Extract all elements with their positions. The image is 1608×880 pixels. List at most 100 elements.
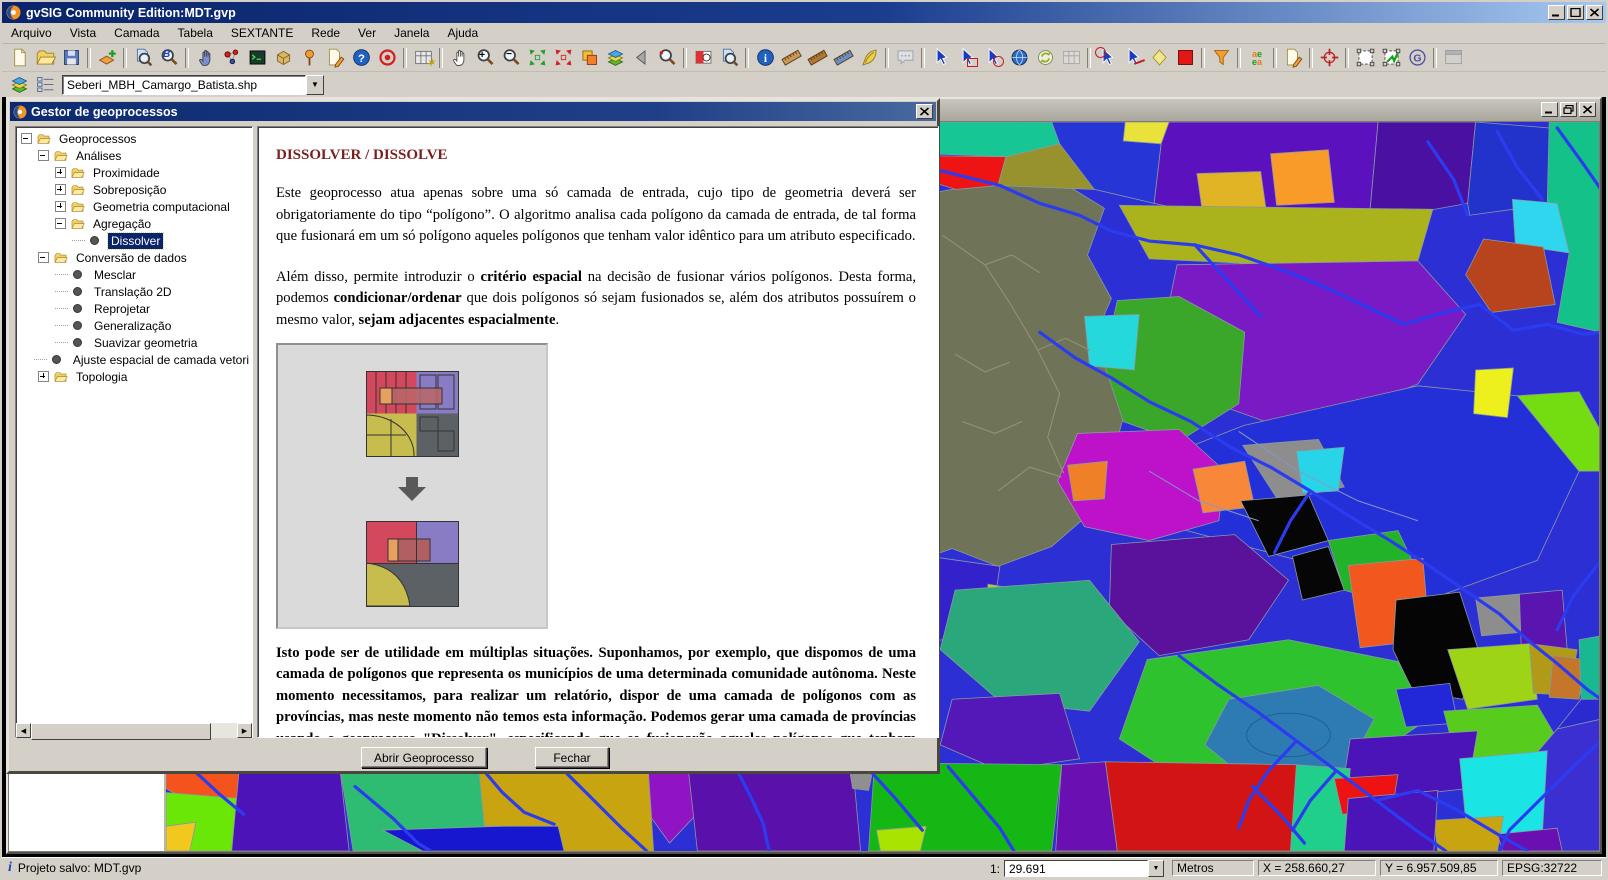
scale-selector[interactable]: 29.691 ▼ — [1004, 860, 1164, 877]
scrollbar-thumb[interactable] — [31, 723, 211, 740]
tree-item-analises[interactable]: Análises — [73, 148, 124, 164]
sextante-history-icon[interactable] — [270, 45, 296, 70]
hyperlink-quill-icon[interactable] — [856, 45, 882, 70]
measure-perimeter-icon[interactable] — [830, 45, 856, 70]
tree-item-translacao-2d[interactable]: Translação 2D — [91, 284, 175, 300]
geoprocess-tree[interactable]: Geoprocessos Análises Proximidade Sobrep… — [15, 126, 253, 738]
scroll-right-icon[interactable]: ▶ — [237, 723, 252, 738]
sextante-help-icon[interactable] — [348, 45, 374, 70]
menu-tabela[interactable]: Tabela — [169, 24, 222, 42]
sextante-notes-icon[interactable] — [322, 45, 348, 70]
export-frame-icon[interactable] — [1378, 45, 1404, 70]
zoom-extent-icon[interactable] — [550, 45, 576, 70]
select-circle-icon[interactable] — [1094, 45, 1120, 70]
show-table-icon[interactable] — [1058, 45, 1084, 70]
menu-camada[interactable]: Camada — [105, 24, 168, 42]
collapse-icon[interactable] — [55, 218, 66, 229]
dialog-close-icon[interactable] — [916, 104, 933, 119]
zoom-previous-icon[interactable] — [628, 45, 654, 70]
zoom-selection-icon[interactable]: ● — [654, 45, 680, 70]
layer-selector[interactable]: Seberi_MBH_Camargo_Batista.shp ▼ — [62, 75, 324, 95]
field-calculator-icon[interactable]: aeea — [1244, 45, 1270, 70]
scroll-left-icon[interactable]: ◀ — [16, 723, 31, 738]
sextante-console-icon[interactable] — [244, 45, 270, 70]
tree-item-ajuste-espacial[interactable]: Ajuste espacial de camada vetori — [70, 352, 252, 368]
sextante-commands-icon[interactable] — [374, 45, 400, 70]
zoom-layer-icon[interactable] — [716, 45, 742, 70]
collapse-icon[interactable] — [38, 150, 49, 161]
zoom-manager-icon[interactable] — [130, 45, 156, 70]
expand-icon[interactable] — [38, 371, 49, 382]
close-dialog-button[interactable]: Fechar — [535, 747, 609, 768]
select-polyline-icon[interactable] — [1120, 45, 1146, 70]
layer-manager-icon[interactable] — [6, 72, 32, 97]
tree-horizontal-scrollbar[interactable]: ◀ ▶ — [16, 723, 252, 738]
add-layer-icon[interactable] — [94, 45, 120, 70]
select-rectangle-icon[interactable] — [954, 45, 980, 70]
tree-item-proximidade[interactable]: Proximidade — [90, 165, 163, 181]
measure-area-icon[interactable] — [804, 45, 830, 70]
select-buffer-icon[interactable] — [1146, 45, 1172, 70]
menu-janela[interactable]: Janela — [385, 24, 438, 42]
view-close-button[interactable] — [1579, 102, 1596, 117]
measure-distance-icon[interactable] — [778, 45, 804, 70]
zoom-all-icon[interactable] — [524, 45, 550, 70]
dialog-titlebar[interactable]: Gestor de geoprocessos — [10, 102, 936, 121]
pan-icon[interactable] — [446, 45, 472, 70]
expand-icon[interactable] — [55, 184, 66, 195]
tree-item-suavizar-geometria[interactable]: Suavizar geometria — [91, 335, 200, 351]
tree-item-geometria-computacional[interactable]: Geometria computacional — [90, 199, 233, 215]
view-locator-icon[interactable] — [690, 45, 716, 70]
sextante-results-icon[interactable] — [296, 45, 322, 70]
sextante-modeler-icon[interactable] — [218, 45, 244, 70]
zoom-in-icon[interactable]: + — [472, 45, 498, 70]
select-point-icon[interactable] — [928, 45, 954, 70]
expand-icon[interactable] — [55, 167, 66, 178]
geo-locator-icon[interactable] — [1404, 45, 1430, 70]
window-tile-icon[interactable] — [576, 45, 602, 70]
layer-stack-icon[interactable] — [602, 45, 628, 70]
filter-icon[interactable] — [1208, 45, 1234, 70]
search-by-name-icon[interactable]: B — [156, 45, 182, 70]
open-project-icon[interactable] — [32, 45, 58, 70]
menu-arquivo[interactable]: Arquivo — [2, 24, 61, 42]
collapse-icon[interactable] — [21, 133, 32, 144]
menu-ver[interactable]: Ver — [349, 24, 385, 42]
info-icon[interactable] — [752, 45, 778, 70]
view-restore-button[interactable] — [1560, 102, 1577, 117]
tree-item-dissolver[interactable]: Dissolver — [108, 233, 163, 249]
expand-icon[interactable] — [55, 201, 66, 212]
color-symbol-icon[interactable] — [1172, 45, 1198, 70]
select-lasso-icon[interactable] — [980, 45, 1006, 70]
collapse-icon[interactable] — [38, 252, 49, 263]
menu-sextante[interactable]: SEXTANTE — [222, 24, 302, 42]
tree-item-reprojetar[interactable]: Reprojetar — [91, 301, 153, 317]
hyperlink-icon[interactable] — [892, 45, 918, 70]
sextante-toolbox-icon[interactable] — [192, 45, 218, 70]
layer-selector-value[interactable]: Seberi_MBH_Camargo_Batista.shp — [62, 75, 306, 95]
tree-item-mesclar[interactable]: Mesclar — [91, 267, 139, 283]
layer-selector-dropdown-icon[interactable]: ▼ — [306, 75, 324, 95]
new-project-icon[interactable] — [6, 45, 32, 70]
save-project-icon[interactable] — [58, 45, 84, 70]
geoprocess-doc-panel[interactable]: DISSOLVER / DISSOLVE Este geoprocesso at… — [257, 126, 939, 738]
globe-icon[interactable] — [1006, 45, 1032, 70]
view-minimize-button[interactable] — [1541, 102, 1558, 117]
tree-item-generalizacao[interactable]: Generalização — [91, 318, 174, 334]
scale-value[interactable]: 29.691 — [1004, 860, 1148, 877]
center-view-icon[interactable] — [1316, 45, 1342, 70]
tree-item-agregacao[interactable]: Agregação — [90, 216, 154, 232]
table-settings-icon[interactable]: ✶ — [410, 45, 436, 70]
toc-list-icon[interactable] — [32, 72, 58, 97]
window-manager-icon[interactable] — [1440, 45, 1466, 70]
refresh-view-icon[interactable] — [1032, 45, 1058, 70]
menu-ajuda[interactable]: Ajuda — [438, 24, 487, 42]
minimize-button[interactable] — [1548, 5, 1565, 20]
tree-item-conversao-de-dados[interactable]: Conversão de dados — [73, 250, 190, 266]
scale-dropdown-icon[interactable]: ▼ — [1148, 860, 1164, 877]
close-button[interactable] — [1586, 5, 1603, 20]
edit-attributes-icon[interactable] — [1280, 45, 1306, 70]
open-geoprocess-button[interactable]: Abrir Geoprocesso — [361, 747, 487, 768]
tree-item-geoprocessos[interactable]: Geoprocessos — [56, 131, 139, 147]
tree-item-sobreposicao[interactable]: Sobreposição — [90, 182, 169, 198]
